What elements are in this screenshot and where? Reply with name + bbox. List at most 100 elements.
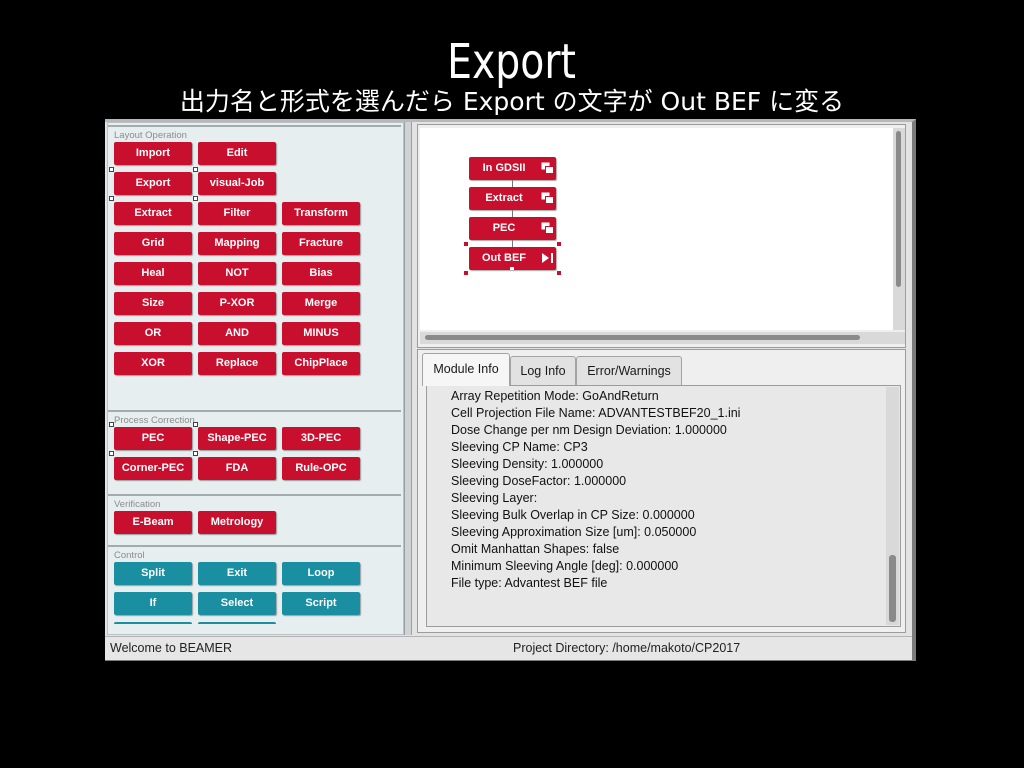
scrollbar-corner — [893, 332, 905, 344]
module-copy-icon[interactable] — [541, 222, 554, 234]
status-bar: Welcome to BEAMER Project Directory: /ho… — [105, 636, 912, 660]
info-panel: Module Info Log Info Error/Warnings Arra… — [417, 349, 906, 633]
replace-button[interactable]: Replace — [198, 352, 276, 375]
fda-button[interactable]: FDA — [198, 457, 276, 480]
or-button[interactable]: OR — [114, 322, 192, 345]
visual-job-button[interactable]: visual-Job — [198, 172, 276, 195]
node-connector — [512, 240, 513, 247]
tab-error-warnings[interactable]: Error/Warnings — [576, 356, 682, 385]
tool-sections: Layout Operation Import Edit Export visual-J… — [107, 122, 404, 624]
selection-marker — [109, 451, 114, 456]
selection-handle[interactable] — [464, 242, 468, 246]
button-row: Extract Filter Transform — [114, 202, 401, 225]
p-xor-button[interactable]: P-XOR — [198, 292, 276, 315]
workflow-canvas-frame: In GDSII Extract PEC Out BEF — [417, 124, 906, 348]
panel-splitter[interactable] — [404, 122, 412, 635]
tab-log-info[interactable]: Log Info — [510, 356, 576, 385]
xor-button[interactable]: XOR — [114, 352, 192, 375]
metrology-button[interactable]: Metrology — [198, 511, 276, 534]
button-row: OR AND MINUS — [114, 322, 401, 345]
import-button[interactable]: Import — [114, 142, 192, 165]
loop-button[interactable]: Loop — [282, 562, 360, 585]
output-port[interactable] — [510, 267, 514, 270]
workflow-node-extract[interactable]: Extract — [469, 187, 556, 210]
node-label: PEC — [492, 222, 516, 234]
module-copy-icon[interactable] — [541, 162, 554, 174]
canvas-vertical-scrollbar[interactable] — [893, 128, 905, 330]
selection-handle[interactable] — [557, 271, 561, 275]
section-label: Verification — [114, 499, 161, 510]
module-info-line: Sleeving DoseFactor: 1.000000 — [451, 474, 627, 488]
module-info-line: Omit Manhattan Shapes: false — [451, 542, 620, 556]
scrollbar-thumb[interactable] — [425, 335, 860, 340]
button-row: If Select Script — [114, 592, 401, 615]
export-button[interactable]: Export — [114, 172, 192, 195]
workflow-node-pec[interactable]: PEC — [469, 217, 556, 240]
merge-button[interactable]: Merge — [282, 292, 360, 315]
workflow-node-in-gdsii[interactable]: In GDSII — [469, 157, 556, 180]
selection-marker — [193, 167, 198, 172]
transform-button[interactable]: Transform — [282, 202, 360, 225]
workflow-canvas[interactable]: In GDSII Extract PEC Out BEF — [420, 128, 893, 330]
section-layout-operation: Layout Operation Import Edit Export visual-J… — [108, 125, 401, 382]
corner-pec-button[interactable]: Corner-PEC — [114, 457, 192, 480]
fracture-button[interactable]: Fracture — [282, 232, 360, 255]
module-info-lines: Array Repetition Mode: GoAndReturn Cell P… — [427, 386, 882, 592]
module-info-line: Minimum Sleeving Angle [deg]: 0.000000 — [451, 559, 679, 573]
pec-button[interactable]: PEC — [114, 427, 192, 450]
selection-handle[interactable] — [464, 271, 468, 275]
3d-pec-button[interactable]: 3D-PEC — [282, 427, 360, 450]
scrollbar-thumb[interactable] — [896, 131, 901, 287]
and-button[interactable]: AND — [198, 322, 276, 345]
status-message: Welcome to BEAMER — [110, 641, 233, 655]
slide-title: Export — [0, 32, 1024, 92]
scrollbar-thumb[interactable] — [889, 555, 896, 622]
tool-palette-scroll-area: Layout Operation Import Edit Export visual-J… — [107, 122, 404, 624]
grid-button[interactable]: Grid — [114, 232, 192, 255]
chipplace-button[interactable]: ChipPlace — [282, 352, 360, 375]
module-info-text-area[interactable]: Array Repetition Mode: GoAndReturn Cell P… — [426, 385, 901, 627]
slide-title-text: Export — [447, 34, 577, 90]
bias-button[interactable]: Bias — [282, 262, 360, 285]
module-copy-icon[interactable] — [541, 192, 554, 204]
heal-button[interactable]: Heal — [114, 262, 192, 285]
module-info-line: Sleeving Density: 1.000000 — [451, 457, 604, 471]
module-info-line: Sleeving Approximation Size [um]: 0.0500… — [451, 525, 697, 539]
section-label: Layout Operation — [114, 130, 187, 141]
script-button[interactable]: Script — [282, 592, 360, 615]
partial-control-button[interactable] — [114, 622, 192, 624]
select-button[interactable]: Select — [198, 592, 276, 615]
split-button[interactable]: Split — [114, 562, 192, 585]
beamer-window: Layout Operation Import Edit Export visual-J… — [105, 119, 916, 661]
minus-button[interactable]: MINUS — [282, 322, 360, 345]
selection-marker — [193, 196, 198, 201]
button-row: XOR Replace ChipPlace — [114, 352, 401, 375]
if-button[interactable]: If — [114, 592, 192, 615]
section-verification: Verification E-Beam Metrology — [108, 494, 401, 541]
shape-pec-button[interactable]: Shape-PEC — [198, 427, 276, 450]
extract-button[interactable]: Extract — [114, 202, 192, 225]
button-row: Heal NOT Bias — [114, 262, 401, 285]
skip-to-end-icon[interactable] — [541, 252, 554, 264]
mapping-button[interactable]: Mapping — [198, 232, 276, 255]
edit-button[interactable]: Edit — [198, 142, 276, 165]
not-button[interactable]: NOT — [198, 262, 276, 285]
selection-handle[interactable] — [557, 242, 561, 246]
tab-module-info[interactable]: Module Info — [422, 353, 510, 386]
rule-opc-button[interactable]: Rule-OPC — [282, 457, 360, 480]
partial-control-button[interactable] — [198, 622, 276, 624]
section-control: Control Split Exit Loop If Select Script — [108, 545, 401, 622]
section-process-correction: Process Correction PEC Shape-PEC 3D-PEC Corn… — [108, 410, 401, 487]
selection-marker — [109, 422, 114, 427]
info-vertical-scrollbar[interactable] — [886, 387, 899, 625]
module-info-line: Array Repetition Mode: GoAndReturn — [451, 389, 659, 403]
selection-marker — [193, 422, 198, 427]
module-info-line: Dose Change per nm Design Deviation: 1.0… — [451, 423, 727, 437]
section-label: Control — [114, 550, 145, 561]
module-info-line: Sleeving CP Name: CP3 — [451, 440, 588, 454]
exit-button[interactable]: Exit — [198, 562, 276, 585]
e-beam-button[interactable]: E-Beam — [114, 511, 192, 534]
filter-button[interactable]: Filter — [198, 202, 276, 225]
size-button[interactable]: Size — [114, 292, 192, 315]
canvas-horizontal-scrollbar[interactable] — [420, 332, 893, 344]
